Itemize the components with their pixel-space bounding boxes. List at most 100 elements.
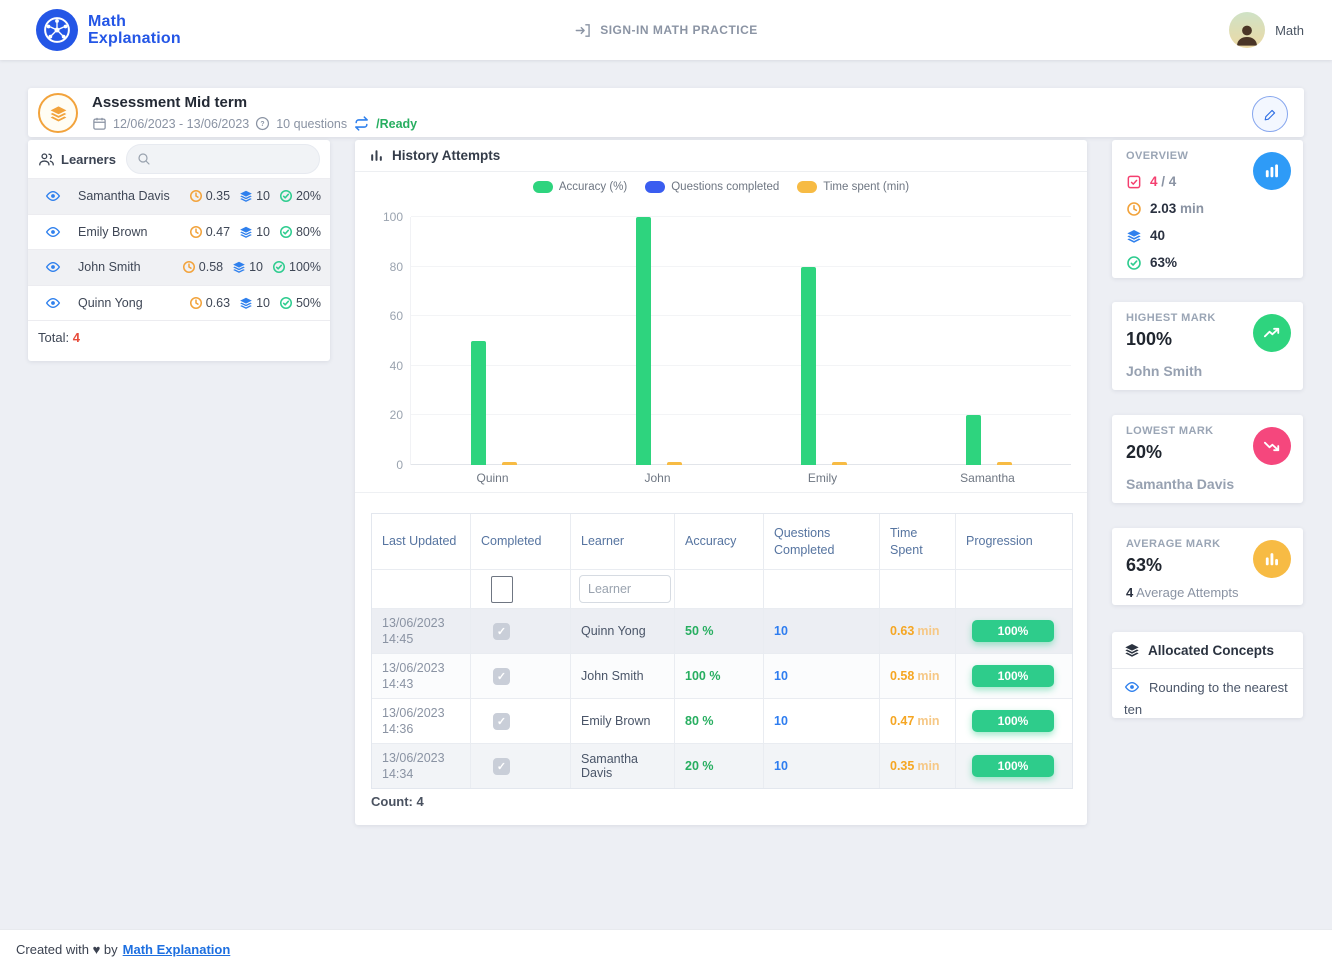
y-tick-label: 60 — [367, 309, 403, 323]
assessment-meta: 12/06/2023 - 13/06/2023 ? 10 questions /… — [92, 115, 417, 132]
accuracy-value: 100% — [289, 260, 321, 274]
time-spent-value: 0.35 — [890, 759, 914, 773]
legend-swatch — [645, 181, 665, 193]
date-value: 13/06/2023 — [382, 705, 460, 721]
y-tick-label: 20 — [367, 408, 403, 422]
legend-swatch — [533, 181, 553, 193]
logo-icon — [36, 9, 78, 51]
learner-time-metric: 0.35 — [189, 189, 230, 203]
eye-icon[interactable] — [28, 188, 78, 204]
column-header-completed[interactable]: Completed — [471, 514, 571, 569]
time-value: 0.35 — [206, 189, 230, 203]
overview-time-unit: min — [1180, 201, 1204, 216]
assessment-layers-icon — [38, 93, 78, 133]
signin-link[interactable]: SIGN-IN MATH PRACTICE — [574, 22, 758, 39]
chart-x-labels: QuinnJohnEmilySamantha — [410, 471, 1070, 485]
learner-name: Quinn Yong — [78, 296, 189, 310]
question-circle-icon: ? — [255, 116, 270, 131]
date-value: 13/06/2023 — [382, 660, 460, 676]
user-menu[interactable]: Math — [1229, 12, 1304, 48]
progression-badge: 100% — [972, 710, 1054, 732]
learner-name: John Smith — [78, 260, 182, 274]
time-value: 14:34 — [382, 766, 460, 782]
y-tick-label: 0 — [367, 458, 403, 472]
app-logo[interactable]: Math Explanation — [36, 9, 181, 51]
learner-name: Samantha Davis — [78, 189, 189, 203]
y-tick-label: 40 — [367, 359, 403, 373]
questions-value: 10 — [249, 260, 263, 274]
legend-label: Time spent (min) — [823, 181, 909, 193]
attempts-table: Last UpdatedCompletedLearnerAccuracyQues… — [371, 513, 1073, 789]
eye-icon[interactable] — [1124, 680, 1149, 695]
time-value: 0.63 — [206, 296, 230, 310]
legend-item[interactable]: Questions completed — [645, 181, 779, 193]
learner-name: Emily Brown — [78, 225, 189, 239]
completed-cell: ✓ — [471, 699, 571, 743]
learner-accuracy-metric: 50% — [279, 296, 321, 310]
progression-cell: 100% — [956, 609, 1070, 653]
completed-checkbox[interactable]: ✓ — [493, 668, 510, 685]
chart-legend: Accuracy (%) Questions completed Time spen… — [355, 181, 1087, 193]
lowest-mark-card: LOWEST MARK 20% Samantha Davis — [1112, 415, 1303, 503]
eye-icon[interactable] — [28, 295, 78, 311]
completed-filter-checkbox[interactable] — [491, 576, 513, 603]
learner-filter-input[interactable] — [579, 575, 671, 603]
progression-badge: 100% — [972, 665, 1054, 687]
clock-icon — [1126, 201, 1142, 217]
time-spent-unit: min — [917, 669, 939, 683]
concept-label: Rounding to the nearest ten — [1124, 680, 1288, 717]
attempts-value: 4 — [1150, 174, 1158, 189]
x-axis-label: John — [575, 471, 740, 485]
learner-row: Samantha Davis0.351020% — [28, 178, 330, 214]
learners-header: Learners — [28, 140, 330, 178]
overview-accuracy-row: 63% — [1126, 249, 1289, 276]
edit-assessment-button[interactable] — [1252, 96, 1288, 132]
progression-badge: 100% — [972, 620, 1054, 642]
logo-line2: Explanation — [88, 30, 181, 47]
completed-checkbox[interactable]: ✓ — [493, 758, 510, 775]
completed-checkbox[interactable]: ✓ — [493, 713, 510, 730]
column-header-accuracy[interactable]: Accuracy — [675, 514, 764, 569]
x-axis-label: Quinn — [410, 471, 575, 485]
bar-accuracy- — [966, 415, 981, 465]
questions-completed-cell: 10 — [764, 744, 880, 788]
swap-icon — [353, 115, 370, 132]
highest-mark-card: HIGHEST MARK 100% John Smith — [1112, 302, 1303, 390]
time-spent-cell: 0.63min — [880, 609, 956, 653]
learner-row: John Smith0.5810100% — [28, 249, 330, 285]
assessment-dates: 12/06/2023 - 13/06/2023 — [113, 117, 249, 131]
learner-cell: John Smith — [571, 654, 675, 698]
filter-cell-questions — [764, 570, 880, 608]
chart-bars — [411, 217, 1071, 465]
count-value: 4 — [417, 794, 424, 809]
avatar — [1229, 12, 1265, 48]
bar-group — [741, 217, 906, 465]
overview-questions-row: 40 — [1126, 222, 1289, 249]
completed-checkbox[interactable]: ✓ — [493, 623, 510, 640]
progression-cell: 100% — [956, 654, 1070, 698]
learner-accuracy-metric: 80% — [279, 225, 321, 239]
learner-questions-metric: 10 — [232, 260, 263, 274]
footer-link[interactable]: Math Explanation — [123, 942, 231, 957]
accuracy-cell: 80 % — [675, 699, 764, 743]
user-name: Math — [1275, 23, 1304, 38]
bar-group — [411, 217, 576, 465]
search-input[interactable] — [126, 144, 320, 174]
average-attempts-label: Average Attempts — [1136, 585, 1238, 600]
column-header-questions-completed[interactable]: Questions Completed — [764, 514, 880, 569]
bar-time-spent-min- — [502, 462, 517, 465]
column-header-time-spent[interactable]: Time Spent — [880, 514, 956, 569]
legend-item[interactable]: Time spent (min) — [797, 181, 909, 193]
concepts-title: Allocated Concepts — [1148, 643, 1274, 658]
bar-time-spent-min- — [997, 462, 1012, 465]
chart-header: History Attempts — [355, 140, 1087, 172]
average-chart-icon — [1253, 540, 1291, 578]
top-header: Math Explanation SIGN-IN MATH PRACTICE M… — [0, 0, 1332, 60]
eye-icon[interactable] — [28, 259, 78, 275]
column-header-learner[interactable]: Learner — [571, 514, 675, 569]
eye-icon[interactable] — [28, 224, 78, 240]
column-header-progression[interactable]: Progression — [956, 514, 1070, 569]
y-tick-label: 80 — [367, 260, 403, 274]
column-header-last-updated[interactable]: Last Updated — [372, 514, 471, 569]
legend-item[interactable]: Accuracy (%) — [533, 181, 627, 193]
